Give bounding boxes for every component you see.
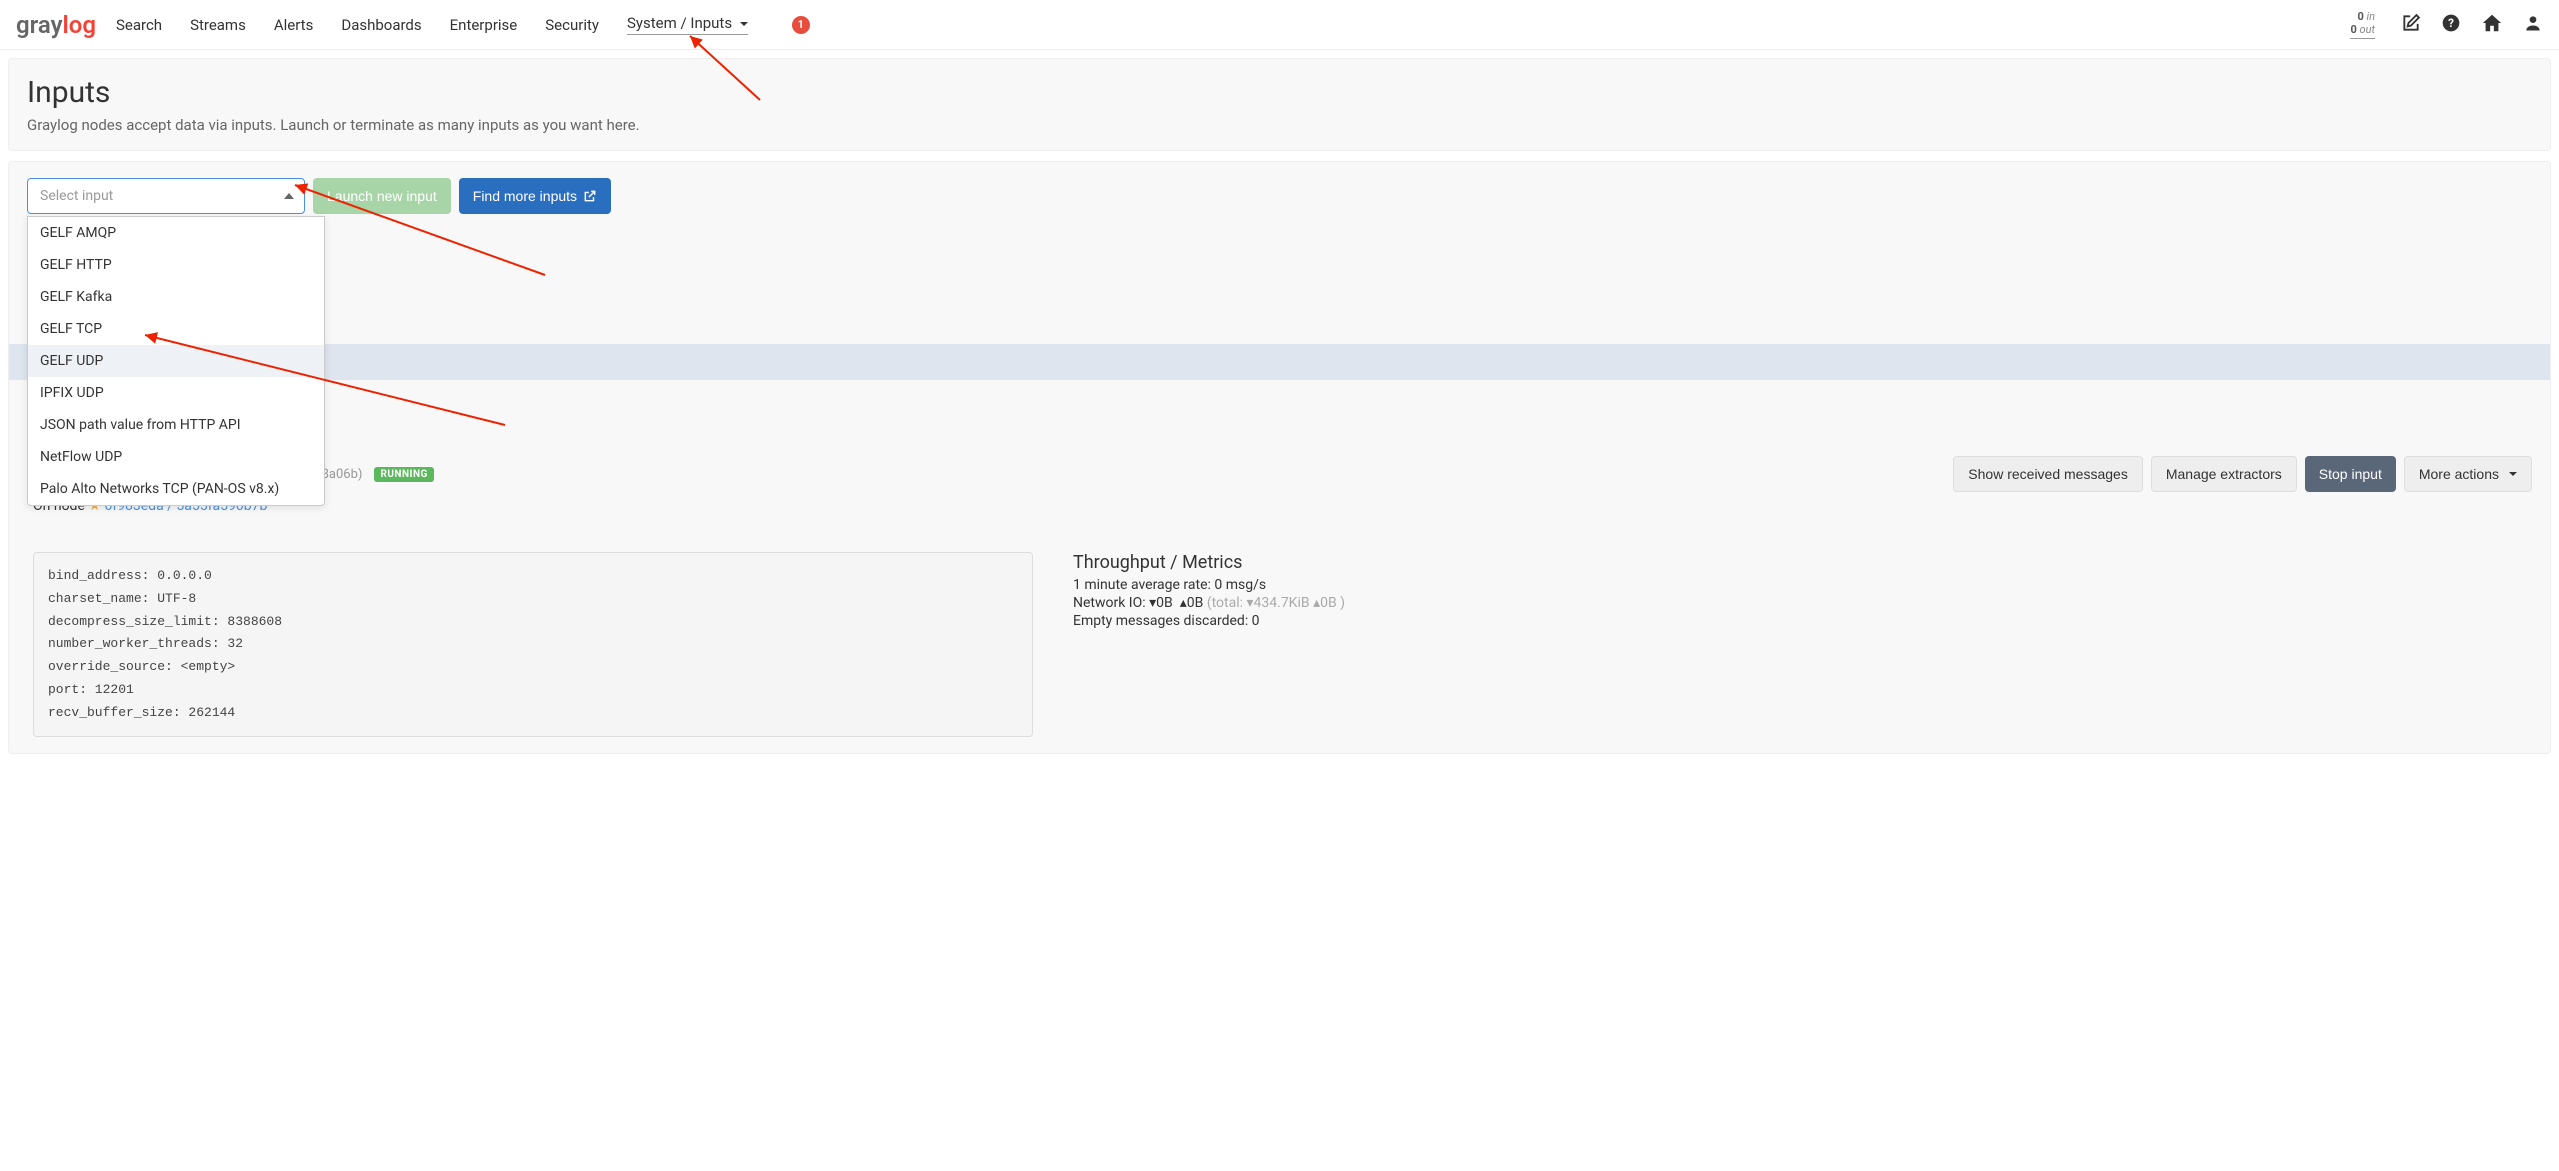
nav-streams[interactable]: Streams xyxy=(190,16,246,34)
page-title: Inputs xyxy=(27,75,2532,110)
page-subtitle: Graylog nodes accept data via inputs. La… xyxy=(27,116,2532,134)
input-status-row: 338a06b) RUNNING Show received messages … xyxy=(307,456,2532,492)
chevron-down-icon xyxy=(740,22,748,26)
dd-item-paloalto-tcp[interactable]: Palo Alto Networks TCP (PAN-OS v8.x) xyxy=(28,473,324,505)
nav-security[interactable]: Security xyxy=(545,16,599,34)
dd-item-json-http[interactable]: JSON path value from HTTP API xyxy=(28,409,324,441)
input-actions: Show received messages Manage extractors… xyxy=(1953,456,2532,492)
status-badge: RUNNING xyxy=(374,467,433,482)
top-nav-bar: graylog Search Streams Alerts Dashboards… xyxy=(0,0,2559,50)
nav-system-inputs[interactable]: System / Inputs xyxy=(627,14,748,35)
nav-search[interactable]: Search xyxy=(116,16,162,34)
page-header-panel: Inputs Graylog nodes accept data via inp… xyxy=(8,58,2551,151)
dd-item-gelf-http[interactable]: GELF HTTP xyxy=(28,249,324,281)
mini-throughput: 0 in 0 out xyxy=(2350,10,2375,39)
inputs-content-panel: Select input Launch new input Find more … xyxy=(8,161,2551,754)
nav-alerts[interactable]: Alerts xyxy=(274,16,314,34)
dd-item-gelf-kafka[interactable]: GELF Kafka xyxy=(28,281,324,313)
dd-item-gelf-udp[interactable]: GELF UDP xyxy=(28,345,324,377)
nav-enterprise[interactable]: Enterprise xyxy=(450,16,518,34)
user-icon[interactable] xyxy=(2523,13,2543,37)
dd-item-ipfix-udp[interactable]: IPFIX UDP xyxy=(28,377,324,409)
metrics-avg-rate: 1 minute average rate: 0 msg/s xyxy=(1073,577,1493,593)
chevron-down-icon xyxy=(2509,472,2517,476)
help-icon[interactable]: ? xyxy=(2441,13,2461,37)
input-type-dropdown[interactable]: GELF AMQP GELF HTTP GELF Kafka GELF TCP … xyxy=(27,216,325,506)
notification-badge[interactable]: 1 xyxy=(792,16,810,34)
svg-text:?: ? xyxy=(2448,16,2454,30)
more-actions-button[interactable]: More actions xyxy=(2404,456,2532,492)
nav-right-controls: 0 in 0 out ? xyxy=(2350,10,2543,39)
metrics-empty-discarded: Empty messages discarded: 0 xyxy=(1073,613,1493,629)
section-band xyxy=(9,344,2550,380)
find-more-inputs-button[interactable]: Find more inputs xyxy=(459,178,611,214)
launch-new-input-button[interactable]: Launch new input xyxy=(313,178,451,214)
metrics-network-io: Network IO: ▾0B ▴0B (total: ▾434.7KiB ▴0… xyxy=(1073,595,1493,611)
manage-extractors-button[interactable]: Manage extractors xyxy=(2151,456,2297,492)
input-toolbar: Select input Launch new input Find more … xyxy=(27,178,2532,214)
nav-dashboards[interactable]: Dashboards xyxy=(341,16,421,34)
metrics-title: Throughput / Metrics xyxy=(1073,552,1493,573)
edit-icon[interactable] xyxy=(2401,13,2421,37)
stop-input-button[interactable]: Stop input xyxy=(2305,456,2396,492)
dd-item-gelf-tcp[interactable]: GELF TCP xyxy=(28,313,324,345)
main-nav: Search Streams Alerts Dashboards Enterpr… xyxy=(116,14,2351,35)
throughput-metrics: Throughput / Metrics 1 minute average ra… xyxy=(1073,552,1493,631)
node-line: On node ★ 6f983eda / 5a55fa590b7b xyxy=(33,498,2532,514)
dd-item-gelf-amqp[interactable]: GELF AMQP xyxy=(28,217,324,249)
input-config-box: bind_address: 0.0.0.0 charset_name: UTF-… xyxy=(33,552,1033,737)
external-link-icon xyxy=(583,189,597,203)
logo[interactable]: graylog xyxy=(16,11,96,39)
show-received-messages-button[interactable]: Show received messages xyxy=(1953,456,2143,492)
chevron-up-icon xyxy=(284,193,294,199)
home-icon[interactable] xyxy=(2481,12,2503,38)
dd-item-netflow-udp[interactable]: NetFlow UDP xyxy=(28,441,324,473)
input-detail-row: bind_address: 0.0.0.0 charset_name: UTF-… xyxy=(27,552,2532,737)
input-type-select[interactable]: Select input xyxy=(27,178,305,214)
